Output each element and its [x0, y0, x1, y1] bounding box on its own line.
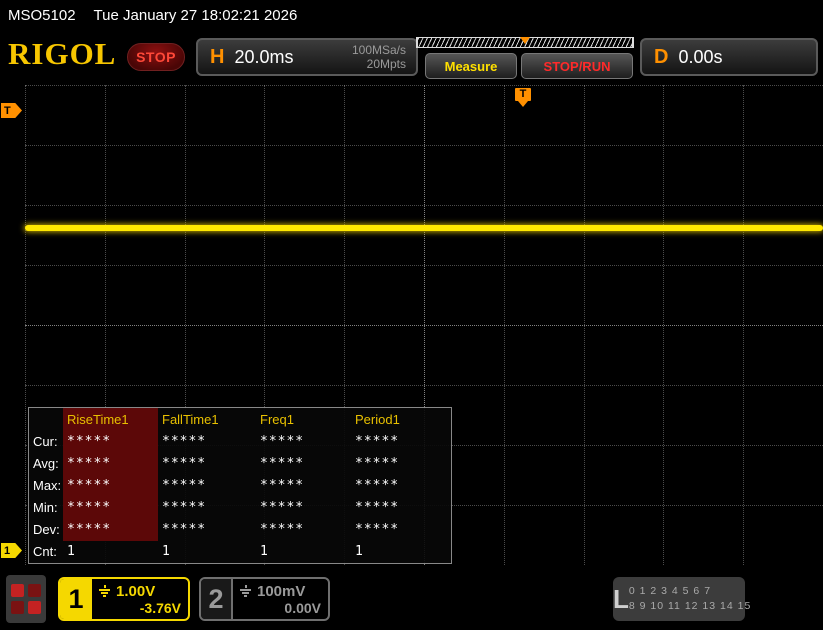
measure-value: *****	[158, 500, 256, 515]
measure-value: *****	[351, 478, 451, 493]
measure-value: *****	[256, 456, 351, 471]
measure-button[interactable]: Measure	[425, 53, 517, 79]
measure-col-header: RiseTime1	[63, 412, 158, 427]
measure-value: 1	[351, 544, 451, 559]
timebase-value: 20.0ms	[234, 47, 293, 68]
status-bar: MSO5102 Tue January 27 18:02:21 2026	[0, 0, 823, 30]
trigger-position-label: T	[515, 88, 531, 101]
trigger-position-pointer-icon	[518, 101, 528, 107]
channel1-trace	[25, 225, 823, 231]
measure-row-label: Dev:	[29, 522, 63, 537]
measure-value: 1	[256, 544, 351, 559]
channel1-offset-marker[interactable]: 1	[1, 543, 22, 558]
measure-value: *****	[63, 478, 158, 493]
measurement-table: RiseTime1 FallTime1 Freq1 Period1 Cur: *…	[28, 407, 452, 564]
horizontal-label: H	[198, 46, 234, 69]
channel1-badge[interactable]: 1 1.00V -3.76V	[58, 577, 190, 621]
measure-row-label: Max:	[29, 478, 63, 493]
logic-channels-row1: 0 1 2 3 4 5 6 7	[629, 584, 751, 599]
rigol-logo: RIGOL	[8, 36, 116, 72]
measure-value: *****	[63, 434, 158, 449]
measure-col-header: Freq1	[256, 412, 351, 427]
channel1-scale: 1.00V	[116, 583, 155, 600]
horizontal-settings-button[interactable]: H 20.0ms 100MSa/s 20Mpts	[196, 38, 418, 76]
measure-row-label: Avg:	[29, 456, 63, 471]
acquisition-info: 100MSa/s 20Mpts	[352, 43, 416, 72]
measure-value: *****	[63, 522, 158, 537]
ground-coupling-icon	[98, 585, 111, 597]
measure-value: *****	[256, 478, 351, 493]
measure-row-label: Min:	[29, 500, 63, 515]
measure-value: 1	[63, 544, 158, 559]
delay-settings-button[interactable]: D 0.00s	[640, 38, 818, 76]
toolbar: RIGOL STOP H 20.0ms 100MSa/s 20Mpts Meas…	[0, 30, 823, 85]
footer-bar: 1 1.00V -3.76V 2 100mV 0.00V L	[0, 565, 823, 630]
channel2-scale: 100mV	[257, 583, 305, 600]
measure-value: *****	[351, 434, 451, 449]
measure-value: 1	[158, 544, 256, 559]
logic-label: L	[613, 584, 629, 615]
run-state-badge: STOP	[127, 43, 185, 71]
menu-grid-icon	[11, 601, 24, 614]
measure-value: *****	[158, 434, 256, 449]
acquisition-memory-bar[interactable]	[416, 37, 634, 48]
channel2-badge[interactable]: 2 100mV 0.00V	[199, 577, 330, 621]
logic-channels-row2: 8 9 10 11 12 13 14 15	[629, 599, 751, 614]
channel1-offset: -3.76V	[98, 600, 181, 616]
oscilloscope-screen: MSO5102 Tue January 27 18:02:21 2026 RIG…	[0, 0, 823, 630]
measure-value: *****	[63, 500, 158, 515]
measure-value: *****	[158, 478, 256, 493]
measure-value: *****	[158, 456, 256, 471]
sample-rate: 100MSa/s	[352, 43, 406, 57]
measure-row-label: Cur:	[29, 434, 63, 449]
menu-grid-icon	[28, 601, 41, 614]
measure-value: *****	[256, 434, 351, 449]
menu-button[interactable]	[6, 575, 46, 623]
measure-value: *****	[256, 522, 351, 537]
measure-value: *****	[256, 500, 351, 515]
channel2-number: 2	[201, 579, 233, 619]
measure-col-header: Period1	[351, 412, 451, 427]
trigger-level-marker[interactable]: T	[1, 103, 22, 118]
logic-channels-badge[interactable]: L 0 1 2 3 4 5 6 7 8 9 10 11 12 13 14 15	[613, 577, 745, 621]
waveform-display: T 1 T RiseTime1 FallTime1 Freq1 Period1 …	[0, 85, 823, 565]
measure-value: *****	[351, 522, 451, 537]
menu-grid-icon	[11, 584, 24, 597]
delay-value: 0.00s	[678, 47, 722, 68]
measure-value: *****	[351, 500, 451, 515]
ground-coupling-icon	[239, 585, 252, 597]
measure-value: *****	[158, 522, 256, 537]
channel2-offset: 0.00V	[239, 600, 321, 616]
memory-depth: 20Mpts	[367, 57, 406, 71]
memory-position-marker-icon	[520, 37, 530, 44]
trigger-position-marker[interactable]: T	[515, 88, 531, 107]
model-name: MSO5102	[8, 7, 76, 24]
measure-col-header: FallTime1	[158, 412, 256, 427]
measure-row-label: Cnt:	[29, 544, 63, 559]
measure-value: *****	[63, 456, 158, 471]
delay-label: D	[642, 46, 678, 69]
measure-value: *****	[351, 456, 451, 471]
menu-grid-icon	[28, 584, 41, 597]
stop-run-button[interactable]: STOP/RUN	[521, 53, 633, 79]
channel1-number: 1	[60, 579, 92, 619]
clock: Tue January 27 18:02:21 2026	[94, 7, 298, 24]
